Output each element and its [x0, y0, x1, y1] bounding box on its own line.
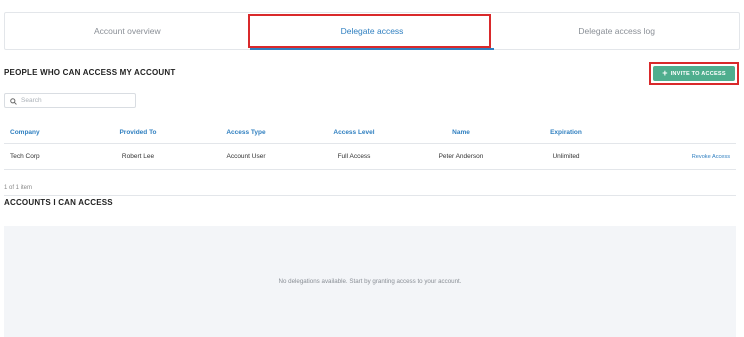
cell-name: Peter Anderson: [438, 153, 484, 160]
tab-bar: Account overview Delegate access Delegat…: [4, 12, 740, 50]
cell-provided-to: Robert Lee: [121, 153, 155, 160]
empty-state-panel: No delegations available. Start by grant…: [4, 226, 736, 337]
column-header-expiration: Expiration: [550, 129, 582, 136]
table-row: Tech Corp Robert Lee Account User Full A…: [4, 144, 736, 170]
search-icon: [10, 92, 17, 110]
cell-access-level: Full Access: [337, 153, 371, 160]
column-header-access-type: Access Type: [226, 129, 266, 136]
tab-delegate-access[interactable]: Delegate access: [249, 13, 495, 50]
section-title-accounts-access: ACCOUNTS I CAN ACCESS: [4, 198, 113, 207]
cell-company: Tech Corp: [10, 153, 40, 160]
cell-access-type: Account User: [226, 153, 266, 160]
search-input[interactable]: [21, 97, 131, 104]
revoke-access-link[interactable]: Revoke Access: [692, 154, 730, 160]
invite-button-label: INVITE TO ACCESS: [670, 70, 726, 77]
tab-delegate-access-log[interactable]: Delegate access log: [494, 13, 739, 49]
item-count: 1 of 1 item: [4, 185, 33, 191]
delegates-table: Company Provided To Access Type Access L…: [4, 122, 736, 170]
tab-account-overview[interactable]: Account overview: [5, 13, 250, 49]
section-divider: [4, 195, 736, 196]
column-header-company: Company: [10, 129, 40, 136]
invite-to-access-button[interactable]: + INVITE TO ACCESS: [653, 66, 735, 81]
section-title-people-access: PEOPLE WHO CAN ACCESS MY ACCOUNT: [4, 68, 176, 77]
column-header-name: Name: [452, 129, 470, 136]
plus-icon: +: [662, 68, 668, 78]
cell-actions: Revoke Access: [616, 153, 736, 160]
column-header-provided-to: Provided To: [119, 129, 157, 136]
table-header: Company Provided To Access Type Access L…: [4, 122, 736, 144]
cell-expiration: Unlimited: [552, 153, 580, 160]
empty-state-message: No delegations available. Start by grant…: [278, 278, 462, 285]
search-box: [4, 93, 136, 108]
column-header-access-level: Access Level: [333, 129, 375, 136]
